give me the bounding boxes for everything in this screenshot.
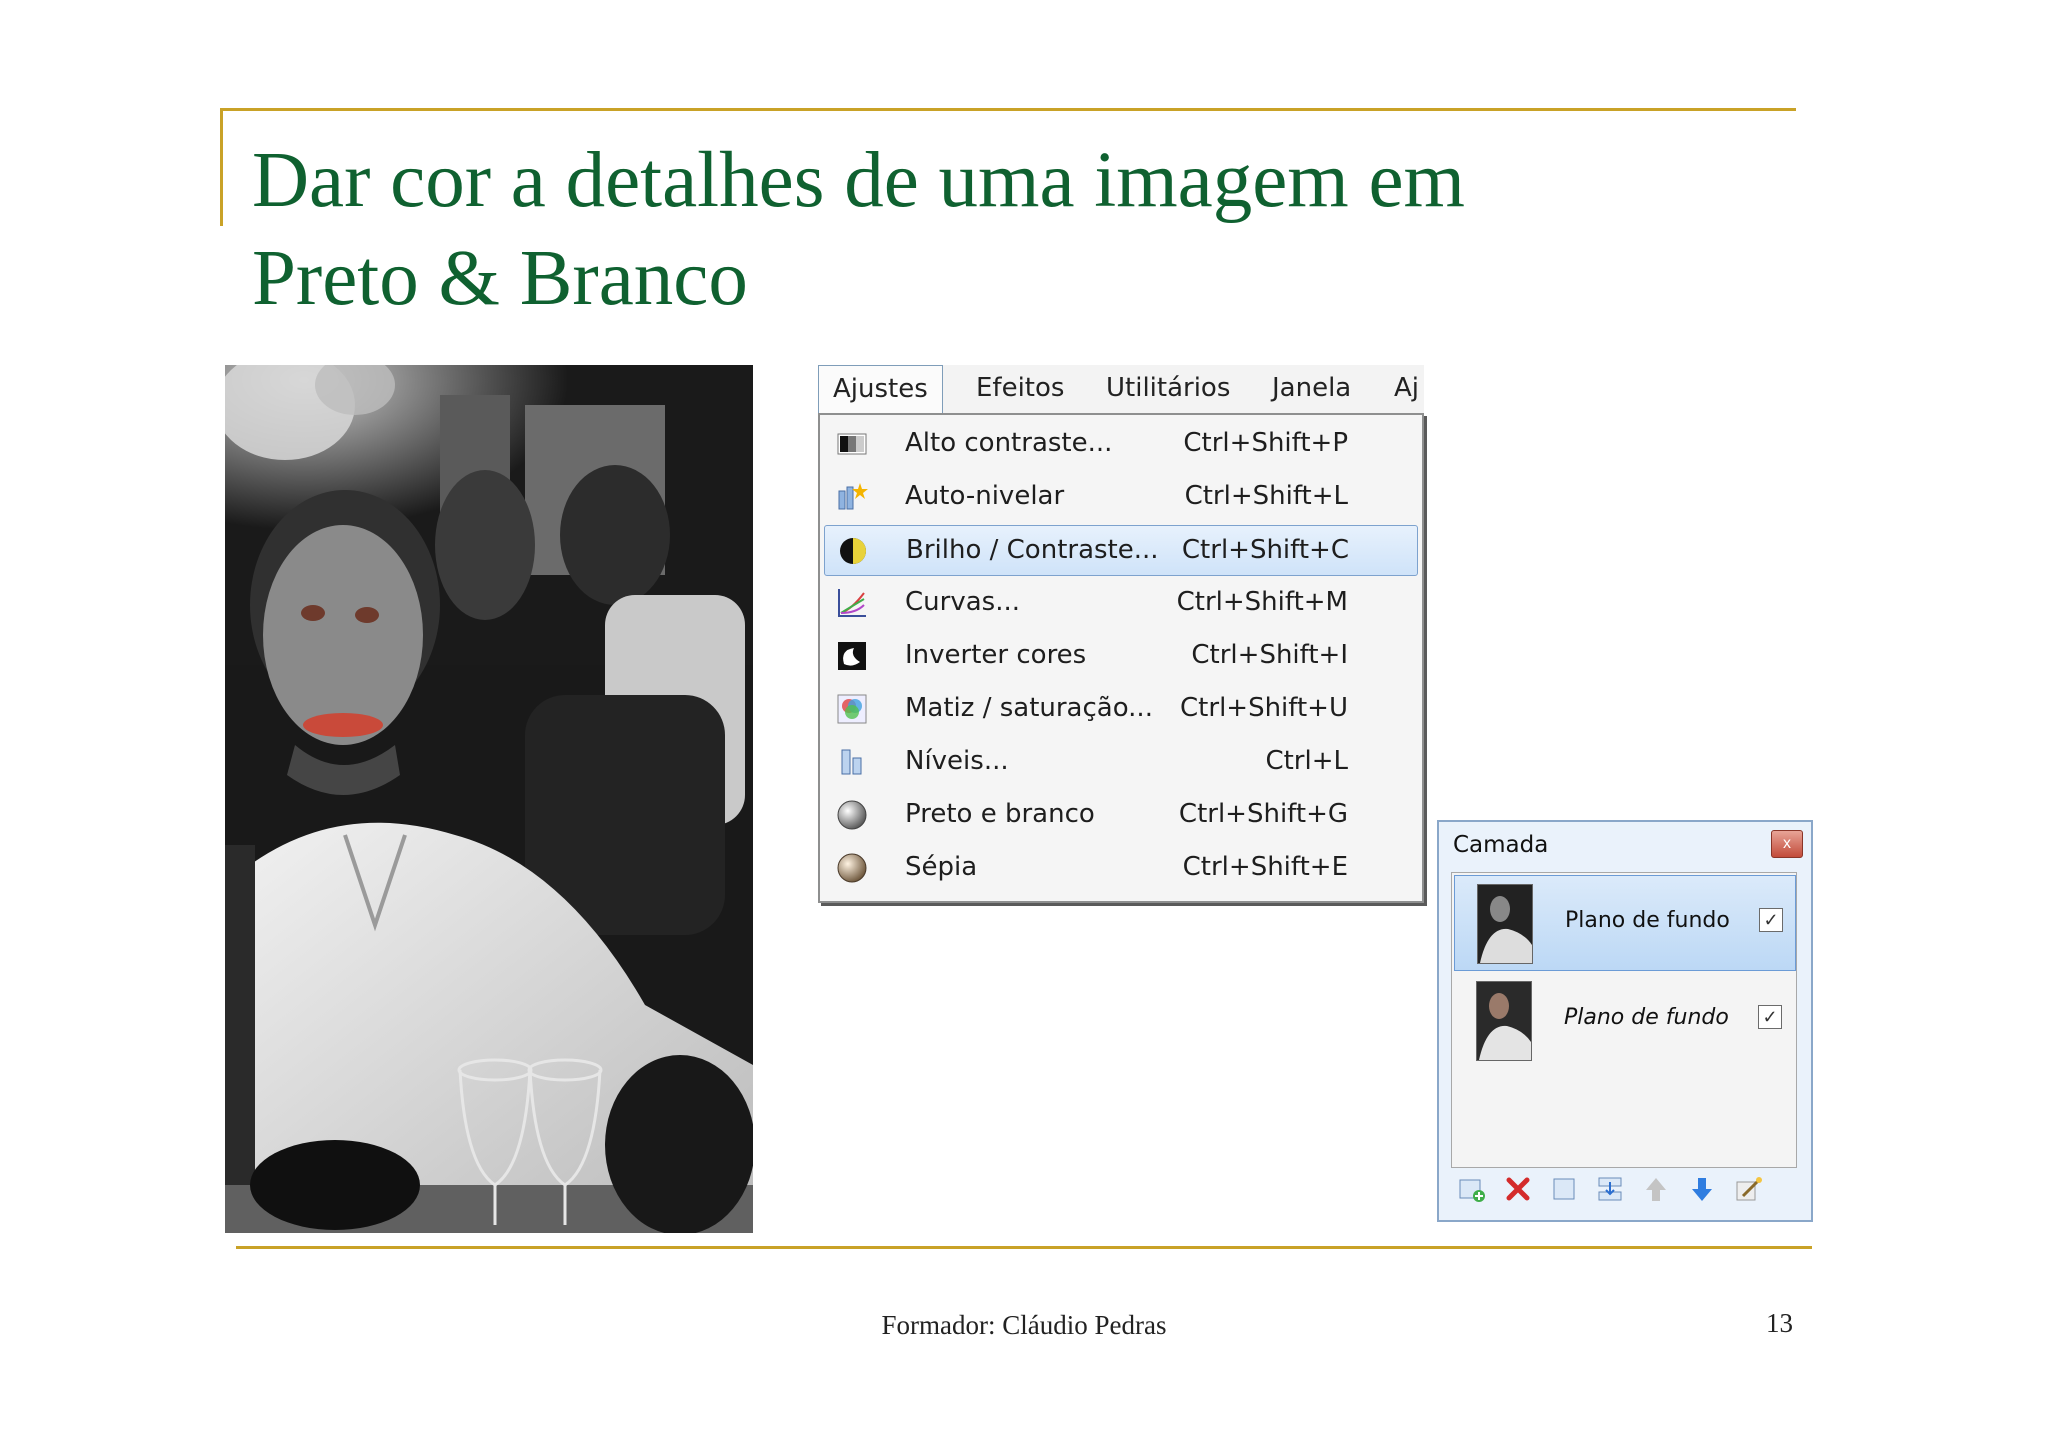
- menu-item-label: Sépia: [905, 852, 978, 882]
- menu-janela[interactable]: Janela: [1258, 365, 1365, 411]
- menu-item-label: Inverter cores: [905, 640, 1087, 670]
- invert-colors-icon: [838, 642, 866, 670]
- layer-row[interactable]: Plano de fundo ✓: [1454, 973, 1794, 1067]
- duplicate-layer-icon[interactable]: [1549, 1174, 1579, 1204]
- menu-item-shortcut: Ctrl+Shift+P: [1183, 428, 1348, 458]
- menu-item-shortcut: Ctrl+Shift+U: [1180, 693, 1348, 723]
- layer-visibility-checkbox[interactable]: ✓: [1759, 908, 1783, 932]
- hue-saturation-icon: [837, 694, 867, 724]
- menu-item-inverter-cores[interactable]: Inverter cores Ctrl+Shift+I: [824, 631, 1416, 680]
- menu-item-shortcut: Ctrl+Shift+I: [1191, 640, 1348, 670]
- layer-name: Plano de fundo: [1565, 908, 1730, 933]
- title-top-rule: [220, 108, 1796, 111]
- black-and-white-photo: [225, 365, 753, 1233]
- move-layer-down-icon[interactable]: [1687, 1174, 1717, 1204]
- layers-toolbar: [1453, 1172, 1797, 1208]
- menu-item-brilho-contraste[interactable]: Brilho / Contraste... Ctrl+Shift+C: [824, 525, 1418, 576]
- auto-contrast-icon: [837, 433, 867, 455]
- page-number: 13: [1766, 1308, 1793, 1338]
- delete-layer-icon[interactable]: [1503, 1174, 1533, 1204]
- layer-visibility-checkbox[interactable]: ✓: [1758, 1005, 1782, 1029]
- layer-thumbnail: [1477, 884, 1533, 964]
- menu-ajustes[interactable]: Ajustes: [818, 365, 943, 415]
- menu-item-label: Brilho / Contraste...: [906, 535, 1159, 565]
- levels-icon: [841, 749, 862, 775]
- brightness-contrast-icon: [840, 538, 866, 564]
- menu-item-label: Matiz / saturação...: [905, 693, 1153, 723]
- menu-item-curvas[interactable]: Curvas... Ctrl+Shift+M: [824, 578, 1416, 627]
- layer-properties-icon[interactable]: [1733, 1174, 1763, 1204]
- menu-item-shortcut: Ctrl+L: [1265, 746, 1348, 776]
- layer-thumbnail: [1476, 981, 1532, 1061]
- menu-item-shortcut: Ctrl+Shift+L: [1184, 481, 1348, 511]
- slide-title-line-2: Preto & Branco: [252, 235, 748, 322]
- sepia-icon: [837, 853, 867, 883]
- menu-item-sepia[interactable]: Sépia Ctrl+Shift+E: [824, 843, 1416, 892]
- menu-item-label: Níveis...: [905, 746, 1009, 776]
- menu-item-label: Preto e branco: [905, 799, 1095, 829]
- menu-item-label: Alto contraste...: [905, 428, 1113, 458]
- menu-item-shortcut: Ctrl+Shift+E: [1182, 852, 1348, 882]
- menu-item-alto-contraste[interactable]: Alto contraste... Ctrl+Shift+P: [824, 419, 1416, 468]
- menu-efeitos[interactable]: Efeitos: [962, 365, 1078, 411]
- title-left-rule: [220, 108, 223, 226]
- menu-item-preto-e-branco[interactable]: Preto e branco Ctrl+Shift+G: [824, 790, 1416, 839]
- menu-item-matiz-saturacao[interactable]: Matiz / saturação... Ctrl+Shift+U: [824, 684, 1416, 733]
- layers-panel-title: Camada: [1453, 832, 1549, 858]
- menu-item-shortcut: Ctrl+Shift+M: [1176, 587, 1348, 617]
- menu-item-label: Curvas...: [905, 587, 1020, 617]
- menu-item-auto-nivelar[interactable]: Auto-nivelar Ctrl+Shift+L: [824, 472, 1416, 521]
- auto-level-icon: [838, 483, 868, 510]
- layer-name: Plano de fundo: [1564, 1005, 1729, 1030]
- adjustments-dropdown-menu: Alto contraste... Ctrl+Shift+P Auto-nive…: [818, 413, 1424, 903]
- slide-title-line-1: Dar cor a detalhes de uma imagem em: [252, 137, 1466, 224]
- close-icon[interactable]: x: [1771, 830, 1803, 858]
- menu-bar: Ajustes Efeitos Utilitários Janela Aj: [818, 365, 1424, 415]
- menu-item-shortcut: Ctrl+Shift+G: [1178, 799, 1348, 829]
- photo-illustration: [225, 365, 753, 1233]
- footer-author: Formador: Cláudio Pedras: [881, 1310, 1167, 1340]
- black-and-white-icon: [837, 800, 867, 830]
- menu-utilitarios[interactable]: Utilitários: [1092, 365, 1244, 411]
- menu-ajuda-partial[interactable]: Aj: [1380, 365, 1433, 411]
- menu-item-label: Auto-nivelar: [905, 481, 1065, 511]
- bottom-rule: [236, 1246, 1812, 1249]
- layers-panel: Camada x Plano de fundo ✓ Plano de fundo…: [1437, 820, 1813, 1222]
- move-layer-up-icon[interactable]: [1641, 1174, 1671, 1204]
- slide-title: Dar cor a detalhes de uma imagem em Pret…: [252, 132, 1812, 328]
- add-layer-icon[interactable]: [1457, 1174, 1487, 1204]
- curves-icon: [838, 589, 866, 617]
- menu-item-niveis[interactable]: Níveis... Ctrl+L: [824, 737, 1416, 786]
- menu-item-shortcut: Ctrl+Shift+C: [1181, 535, 1349, 565]
- layers-list: Plano de fundo ✓ Plano de fundo ✓: [1451, 872, 1797, 1168]
- layer-row-selected[interactable]: Plano de fundo ✓: [1454, 875, 1796, 971]
- merge-layer-down-icon[interactable]: [1595, 1174, 1625, 1204]
